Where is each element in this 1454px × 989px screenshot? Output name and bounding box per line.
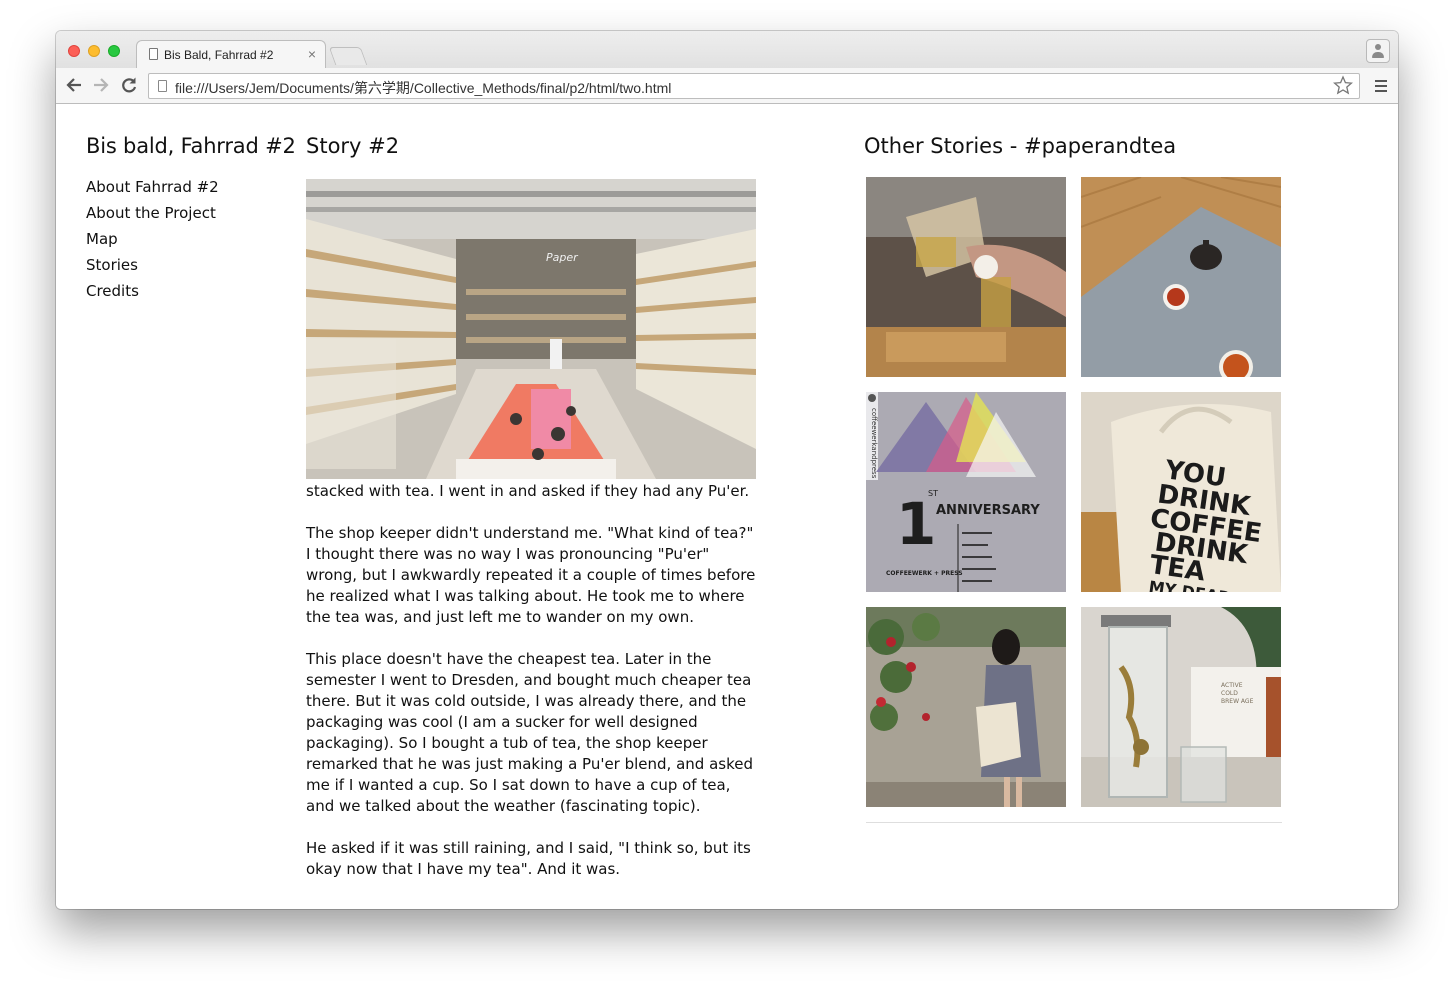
story-hero-image: Paper — [306, 179, 756, 479]
new-tab-button[interactable] — [328, 47, 368, 65]
poster-number: 1 — [896, 490, 936, 558]
thumb-cold-brew-pitcher[interactable]: ACTIVE COLD BREW AGE — [1081, 607, 1281, 807]
teapot-table-image — [1081, 177, 1281, 377]
anniversary-poster-image: coffeewerkandpress 1 ST ANNIVERSARY COFF… — [866, 392, 1066, 592]
story-title: Story #2 — [306, 134, 400, 158]
poster-superscript: ST — [928, 489, 938, 498]
page-icon — [158, 80, 167, 92]
page-icon — [149, 48, 158, 60]
maximize-window-button[interactable] — [108, 45, 120, 57]
menu-bar-line — [1375, 80, 1387, 82]
story-paragraph: The shop keeper didn't understand me. "W… — [306, 524, 756, 626]
pouring-tea-image — [866, 177, 1066, 377]
grid-divider — [866, 822, 1282, 823]
page-content: Bis bald, Fahrrad #2 About Fahrrad #2 Ab… — [56, 104, 1398, 909]
close-window-button[interactable] — [68, 45, 80, 57]
poster-anniversary-word: ANNIVERSARY — [936, 503, 1040, 518]
reload-icon[interactable] — [120, 74, 138, 96]
thumb-pouring-tea[interactable] — [866, 177, 1066, 377]
tab-title: Bis Bald, Fahrrad #2 — [164, 48, 274, 62]
back-arrow-icon[interactable] — [65, 74, 83, 96]
thumb-teapot-table[interactable] — [1081, 177, 1281, 377]
tab-close-icon[interactable]: × — [308, 46, 316, 62]
tea-shop-illustration: Paper — [306, 179, 756, 479]
minimize-window-button[interactable] — [88, 45, 100, 57]
poster-handle-text: coffeewerkandpress — [870, 408, 878, 479]
story-body: the right signs: warm lights, bright int… — [306, 461, 758, 901]
menu-bar-line — [1375, 85, 1387, 87]
other-stories-title: Other Stories - #paperandtea — [864, 134, 1177, 158]
url-text[interactable]: file:///Users/Jem/Documents/第六学期/Collect… — [175, 78, 671, 98]
thumb-tote-bag[interactable]: YOU DRINK COFFEE DRINK TEA MY DEAR — [1081, 392, 1281, 592]
cold-brew-pitcher-image: ACTIVE COLD BREW AGE — [1081, 607, 1281, 807]
address-bar[interactable]: file:///Users/Jem/Documents/第六学期/Collect… — [148, 73, 1360, 99]
browser-window: Bis Bald, Fahrrad #2 × file:///Users/Jem… — [56, 31, 1398, 909]
browser-tab[interactable]: Bis Bald, Fahrrad #2 × — [136, 40, 326, 68]
menu-icon[interactable] — [1375, 80, 1387, 95]
nav-stories[interactable]: Stories — [86, 252, 219, 278]
forward-arrow-icon[interactable] — [92, 74, 110, 96]
tote-bag-image: YOU DRINK COFFEE DRINK TEA MY DEAR — [1081, 392, 1281, 592]
side-nav: About Fahrrad #2 About the Project Map S… — [86, 174, 219, 304]
profile-head-shape — [1375, 44, 1381, 50]
nav-about-fahrrad[interactable]: About Fahrrad #2 — [86, 174, 219, 200]
profile-body-shape — [1372, 52, 1384, 58]
bookmark-star-icon[interactable] — [1333, 75, 1353, 97]
thumb-girl-with-tote[interactable] — [866, 607, 1066, 807]
tab-strip: Bis Bald, Fahrrad #2 × — [56, 31, 1398, 68]
box-text: ACTIVE — [1221, 682, 1243, 689]
nav-map[interactable]: Map — [86, 226, 219, 252]
toolbar: file:///Users/Jem/Documents/第六学期/Collect… — [56, 68, 1398, 104]
site-title: Bis bald, Fahrrad #2 — [86, 134, 296, 158]
shop-sign-text: Paper — [546, 251, 579, 264]
story-paragraph: This place doesn't have the cheapest tea… — [306, 650, 753, 815]
thumb-anniversary-poster[interactable]: coffeewerkandpress 1 ST ANNIVERSARY COFF… — [866, 392, 1066, 592]
nav-about-project[interactable]: About the Project — [86, 200, 219, 226]
story-paragraph: He asked if it was still raining, and I … — [306, 839, 751, 878]
nav-credits[interactable]: Credits — [86, 278, 219, 304]
poster-brand: COFFEEWERK + PRESS — [886, 570, 963, 577]
box-text: BREW AGE — [1221, 698, 1254, 705]
profile-icon[interactable] — [1366, 39, 1390, 63]
box-text: COLD — [1221, 690, 1238, 697]
girl-with-tote-image — [866, 607, 1066, 807]
menu-bar-line — [1375, 90, 1387, 92]
